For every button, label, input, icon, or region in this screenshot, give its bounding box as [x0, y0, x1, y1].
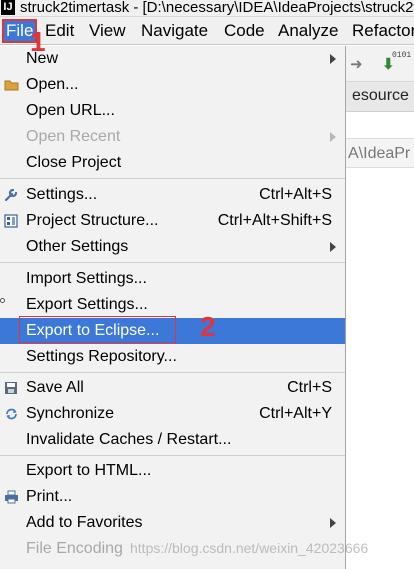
- file-menu-dropdown: New Open... Open URL... Open Recent Clos…: [0, 46, 346, 569]
- annotation-marker-1: 1: [30, 26, 46, 57]
- save-icon: [5, 382, 17, 394]
- menu-item-project-structure[interactable]: Project Structure... Ctrl+Alt+Shift+S: [0, 208, 345, 234]
- menu-item-label: Settings...: [26, 186, 98, 203]
- menu-item-label: Save All: [26, 379, 84, 396]
- path-breadcrumb: A\IdeaPr: [348, 145, 411, 162]
- menu-item-settings[interactable]: Settings... Ctrl+Alt+S: [0, 182, 345, 208]
- menu-item-label: Synchronize: [26, 405, 115, 422]
- menu-view[interactable]: View: [89, 20, 126, 42]
- menu-item-print[interactable]: Print...: [0, 484, 345, 510]
- menu-separator: [0, 262, 345, 263]
- annotation-highlight-box: [19, 316, 176, 343]
- menu-item-label: File Encoding: [26, 540, 123, 557]
- intellij-app-icon: IJ: [1, 0, 15, 15]
- menu-separator: [0, 455, 345, 456]
- menu-refactor[interactable]: Refactor: [352, 20, 414, 42]
- menu-item-label: Invalidate Caches / Restart...: [26, 431, 232, 448]
- menu-item-shortcut: Ctrl+S: [287, 379, 332, 396]
- menu-bar: File Edit View Navigate Code Analyze Ref…: [0, 17, 414, 45]
- menu-item-import-settings[interactable]: Import Settings...: [0, 266, 345, 292]
- forward-arrow-icon[interactable]: ➜: [350, 55, 363, 73]
- menu-item-label: Project Structure...: [26, 212, 159, 229]
- submenu-arrow-icon: [330, 242, 336, 252]
- menu-item-open-url[interactable]: Open URL...: [0, 98, 345, 124]
- print-icon: [5, 490, 18, 504]
- menu-item-shortcut: Ctrl+Alt+S: [259, 186, 332, 203]
- wrench-icon: [4, 188, 18, 202]
- sync-icon: [6, 408, 17, 420]
- menu-item-label: Open URL...: [26, 102, 115, 119]
- menu-item-shortcut: Ctrl+Alt+Shift+S: [217, 212, 332, 229]
- window-title: struck2timertask - [D:\necessary\IDEA\Id…: [20, 0, 414, 16]
- menu-item-label: Print...: [26, 488, 73, 505]
- window-titlebar: IJ struck2timertask - [D:\necessary\IDEA…: [0, 0, 414, 17]
- menu-item-open[interactable]: Open...: [0, 72, 345, 98]
- menu-item-new[interactable]: New: [0, 46, 345, 72]
- project-structure-icon: [4, 214, 18, 228]
- menu-item-label: Open...: [26, 76, 79, 93]
- watermark-text: https://blog.csdn.net/weixin_42023666: [130, 540, 369, 556]
- menu-item-invalidate-caches[interactable]: Invalidate Caches / Restart...: [0, 427, 345, 453]
- menu-item-open-recent: Open Recent: [0, 124, 345, 150]
- menu-item-add-to-favorites[interactable]: Add to Favorites: [0, 510, 345, 536]
- menu-code[interactable]: Code: [224, 20, 265, 42]
- menu-analyze[interactable]: Analyze: [278, 20, 338, 42]
- annotation-marker-2: 2: [200, 311, 216, 342]
- submenu-arrow-icon: [330, 54, 336, 64]
- radio-dot-icon: [0, 298, 5, 303]
- menu-item-export-settings[interactable]: Export Settings...: [0, 292, 345, 318]
- menu-item-close-project[interactable]: Close Project: [0, 150, 345, 176]
- submenu-arrow-icon: [330, 132, 336, 142]
- menu-separator: [0, 372, 345, 373]
- submenu-arrow-icon: [330, 518, 336, 528]
- menu-edit[interactable]: Edit: [45, 20, 74, 42]
- menu-item-label: Close Project: [26, 154, 122, 171]
- menu-separator: [0, 178, 345, 179]
- menu-item-other-settings[interactable]: Other Settings: [0, 234, 345, 260]
- menu-item-label: Settings Repository...: [26, 348, 177, 365]
- menu-item-label: Open Recent: [26, 128, 121, 145]
- ide-editor-background: [346, 46, 414, 569]
- resource-tab[interactable]: esource: [352, 86, 409, 106]
- menu-item-settings-repository[interactable]: Settings Repository...: [0, 344, 345, 370]
- menu-item-label: Other Settings: [26, 238, 129, 255]
- menu-item-export-to-html[interactable]: Export to HTML...: [0, 458, 345, 484]
- menu-item-save-all[interactable]: Save All Ctrl+S: [0, 375, 345, 401]
- folder-icon: [4, 80, 19, 91]
- menu-navigate[interactable]: Navigate: [141, 20, 208, 42]
- menu-item-label: Add to Favorites: [26, 514, 143, 531]
- menu-item-label: Import Settings...: [26, 270, 147, 287]
- binary-toolbar-icon[interactable]: 0101: [392, 52, 411, 60]
- menu-item-synchronize[interactable]: Synchronize Ctrl+Alt+Y: [0, 401, 345, 427]
- menu-item-label: Export Settings...: [26, 296, 148, 313]
- menu-item-label: Export to HTML...: [26, 462, 152, 479]
- menu-item-shortcut: Ctrl+Alt+Y: [259, 405, 332, 422]
